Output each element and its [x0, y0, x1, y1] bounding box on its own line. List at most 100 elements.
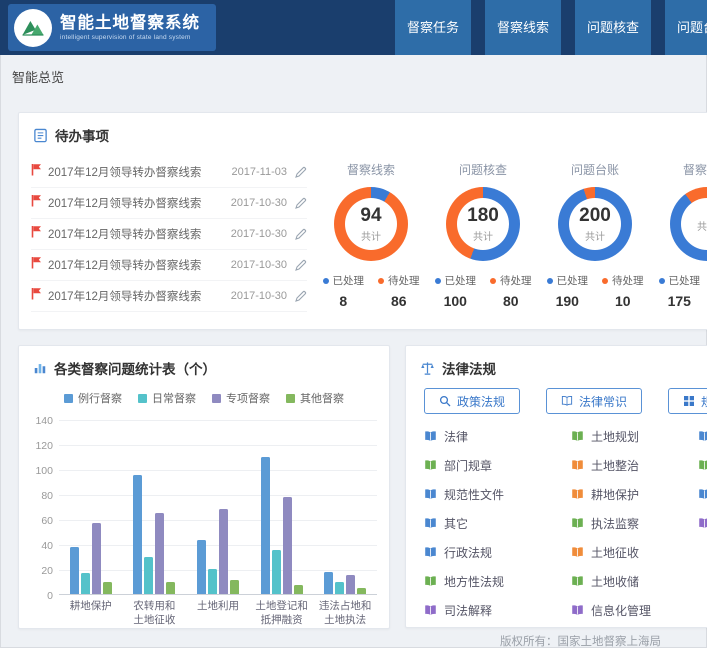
processed-value: 190	[547, 293, 589, 309]
donut-block-supervision-clues: 督察线索 94 共计 已处理 8 待处理 86	[315, 161, 427, 309]
bar-group	[133, 475, 175, 594]
todo-item[interactable]: 2017年12月领导转办督察线索 2017-10-30	[31, 188, 307, 219]
todo-item[interactable]: 2017年12月领导转办督察线索 2017-10-30	[31, 219, 307, 250]
law-buttons: 政策法规 法律常识 规章制度	[424, 388, 707, 414]
nav-item-supervision-clues[interactable]: 督察线索	[485, 0, 561, 55]
nav-item-problem-check[interactable]: 问题核查	[575, 0, 651, 55]
pending-dot-icon	[490, 278, 496, 284]
law-link-label: 地方性法规	[444, 573, 504, 590]
todo-item[interactable]: 2017年12月领导转办督察线索 2017-10-30	[31, 281, 307, 312]
edit-icon[interactable]	[295, 197, 307, 209]
book-icon	[698, 459, 707, 472]
legend-swatch	[286, 394, 295, 403]
rules-button[interactable]: 规章制度	[668, 388, 707, 414]
breadcrumb: 智能总览	[12, 67, 64, 86]
book-icon	[698, 517, 707, 530]
legend-item: 例行督察	[64, 390, 122, 406]
x-axis-label: 土地利用	[186, 599, 250, 627]
edit-icon[interactable]	[295, 290, 307, 302]
law-link-label: 司法解释	[444, 602, 492, 619]
law-link-label: 土地收储	[591, 573, 639, 590]
pending-value: 80	[490, 293, 532, 309]
donut-chart: 共计	[670, 187, 707, 261]
law-link-label: 耕地保护	[591, 486, 639, 503]
todo-item-text: 2017年12月领导转办督察线索	[48, 195, 201, 211]
law-link-label: 土地征收	[591, 544, 639, 561]
law-link-label: 其它	[444, 515, 468, 532]
processed-value: 100	[435, 293, 477, 309]
book-icon	[424, 517, 437, 530]
law-link[interactable]: 土地收储	[571, 567, 651, 596]
edit-icon[interactable]	[295, 259, 307, 271]
bar	[197, 540, 206, 594]
law-link[interactable]: 耕地保护	[571, 480, 651, 509]
processed-label: 已处理	[333, 273, 365, 288]
donut-total-label: 共计	[473, 228, 493, 243]
edit-icon[interactable]	[295, 166, 307, 178]
donut-total: 200	[579, 206, 611, 225]
pending-stat: 待处理 10	[602, 273, 644, 309]
law-card-head: 法律法规	[420, 358, 496, 378]
policy-regulations-button[interactable]: 政策法规	[424, 388, 520, 414]
law-link[interactable]	[698, 422, 707, 451]
book-icon	[698, 430, 707, 443]
todo-list: 2017年12月领导转办督察线索 2017-11-03 2017年12月领导转办…	[31, 157, 307, 312]
search-icon	[439, 395, 451, 407]
bar	[357, 588, 366, 594]
book-icon	[424, 459, 437, 472]
bar-chart-title: 各类督察问题统计表（个）	[54, 358, 216, 378]
todo-item[interactable]: 2017年12月领导转办督察线索 2017-11-03	[31, 157, 307, 188]
nav-item-supervision-tasks[interactable]: 督察任务	[395, 0, 471, 55]
y-axis-tick: 100	[23, 465, 53, 477]
y-axis-tick: 0	[23, 590, 53, 602]
law-link[interactable]	[698, 451, 707, 480]
processed-label: 已处理	[445, 273, 477, 288]
bar	[81, 573, 90, 594]
todo-item[interactable]: 2017年12月领导转办督察线索 2017-10-30	[31, 250, 307, 281]
law-link[interactable]: 法律	[424, 422, 504, 451]
flag-icon	[31, 225, 42, 243]
law-link[interactable]	[698, 509, 707, 538]
todo-item-date: 2017-10-30	[231, 228, 287, 240]
law-link[interactable]	[698, 480, 707, 509]
law-link[interactable]: 规范性文件	[424, 480, 504, 509]
bar	[144, 557, 153, 595]
donut-total-label: 共计	[585, 228, 605, 243]
donut-center: 共计	[681, 198, 707, 250]
flag-icon	[31, 194, 42, 212]
law-link[interactable]: 执法监察	[571, 509, 651, 538]
processed-value: 8	[323, 293, 365, 309]
book-icon	[571, 546, 584, 559]
law-link[interactable]: 地方性法规	[424, 567, 504, 596]
book-icon	[424, 546, 437, 559]
law-link[interactable]: 土地征收	[571, 538, 651, 567]
todo-card-head: 待办事项	[33, 125, 109, 145]
y-axis-tick: 140	[23, 415, 53, 427]
law-link[interactable]: 部门规章	[424, 451, 504, 480]
bar-group	[197, 509, 239, 594]
pending-dot-icon	[378, 278, 384, 284]
legal-knowledge-button[interactable]: 法律常识	[546, 388, 642, 414]
bar	[92, 523, 101, 594]
y-axis-tick: 60	[23, 515, 53, 527]
law-link[interactable]: 行政法规	[424, 538, 504, 567]
donut-title: 督察整改	[651, 161, 707, 178]
donut-title: 督察线索	[315, 161, 427, 178]
law-link[interactable]: 土地规划	[571, 422, 651, 451]
edit-icon[interactable]	[295, 228, 307, 240]
brand: 智能土地督察系统 intelligent supervision of stat…	[8, 4, 216, 51]
law-link[interactable]: 土地整治	[571, 451, 651, 480]
processed-dot-icon	[547, 278, 553, 284]
page: 智能土地督察系统 intelligent supervision of stat…	[0, 0, 707, 648]
button-label: 法律常识	[579, 393, 627, 410]
donut-chart: 94 共计	[334, 187, 408, 261]
bar	[70, 547, 79, 595]
donut-stats: 督察线索 94 共计 已处理 8 待处理 86	[315, 161, 707, 309]
law-link[interactable]: 信息化管理	[571, 596, 651, 625]
law-column-clipped	[698, 422, 707, 538]
law-link[interactable]: 司法解释	[424, 596, 504, 625]
app-title: 智能土地督察系统	[60, 14, 200, 33]
donut-chart: 200 共计	[558, 187, 632, 261]
nav-item-problem-ledger[interactable]: 问题台账	[665, 0, 707, 55]
law-link[interactable]: 其它	[424, 509, 504, 538]
